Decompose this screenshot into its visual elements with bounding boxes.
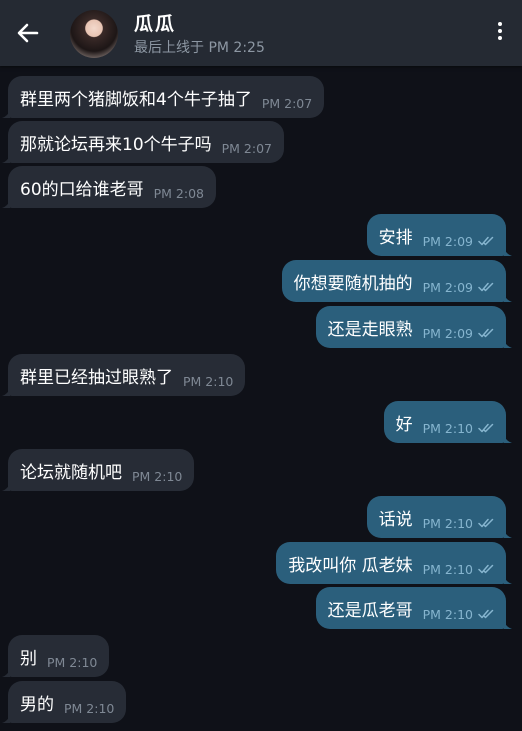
bubble-tail — [2, 110, 10, 118]
more-menu-button[interactable] — [496, 20, 504, 46]
double-check-icon — [478, 609, 494, 619]
avatar[interactable] — [70, 10, 118, 58]
bubble-tail — [504, 248, 512, 256]
back-button[interactable] — [10, 15, 46, 51]
message-text: 安排 — [378, 227, 413, 248]
last-seen-status: 最后上线于 PM 2:25 — [134, 40, 265, 56]
outgoing-message[interactable]: 我改叫你 瓜老妹 PM 2:10 — [276, 542, 512, 584]
more-vertical-icon — [496, 22, 504, 40]
message-text: 话说 — [378, 509, 413, 530]
message-text: 群里两个猪脚饭和4个牛子抽了 — [20, 89, 252, 110]
bubble-tail — [504, 340, 512, 348]
incoming-message[interactable]: 群里两个猪脚饭和4个牛子抽了 PM 2:07 — [2, 76, 325, 118]
message-time: PM 2:10 — [47, 654, 98, 670]
message-time: PM 2:09 — [422, 279, 473, 295]
message-time: PM 2:10 — [422, 515, 473, 531]
bubble-tail — [2, 200, 10, 208]
double-check-icon — [478, 423, 494, 433]
message-time: PM 2:10 — [422, 561, 473, 577]
bubble-tail — [504, 435, 512, 443]
message-text: 你想要随机抽的 — [293, 273, 413, 294]
message-text: 还是走眼熟 — [327, 319, 413, 340]
incoming-message[interactable]: 别 PM 2:10 — [2, 635, 110, 677]
incoming-message[interactable]: 论坛就随机吧 PM 2:10 — [2, 449, 195, 491]
bubble-tail — [504, 576, 512, 584]
incoming-message[interactable]: 60的口给谁老哥 PM 2:08 — [2, 166, 217, 208]
message-text: 论坛就随机吧 — [20, 462, 122, 483]
message-time: PM 2:07 — [261, 95, 313, 111]
bubble-tail — [504, 621, 512, 629]
bubble-tail — [2, 715, 10, 723]
bubble-tail — [2, 669, 10, 677]
bubble-tail — [2, 155, 10, 163]
outgoing-message[interactable]: 还是走眼熟 PM 2:09 — [315, 306, 512, 348]
message-text: 别 — [20, 648, 37, 669]
outgoing-message[interactable]: 安排 PM 2:09 — [366, 214, 512, 256]
message-time: PM 2:09 — [422, 325, 473, 341]
message-time: PM 2:10 — [422, 606, 473, 622]
message-time: PM 2:10 — [64, 700, 115, 716]
message-text: 我改叫你 瓜老妹 — [288, 555, 413, 576]
incoming-message[interactable]: 那就论坛再来10个牛子吗 PM 2:07 — [2, 121, 285, 163]
message-text: 好 — [395, 414, 413, 435]
double-check-icon — [478, 236, 494, 246]
bubble-tail — [504, 294, 512, 302]
bubble-tail — [2, 388, 10, 396]
double-check-icon — [478, 282, 494, 292]
message-text: 群里已经抽过眼熟了 — [20, 367, 173, 388]
message-text: 还是瓜老哥 — [327, 600, 413, 621]
double-check-icon — [478, 564, 494, 574]
message-time: PM 2:09 — [422, 233, 473, 249]
message-text: 男的 — [20, 694, 54, 715]
message-time: PM 2:08 — [153, 185, 205, 201]
message-time: PM 2:10 — [132, 468, 183, 484]
bubble-tail — [2, 483, 10, 491]
bubble-tail — [504, 530, 512, 538]
arrow-left-icon — [17, 23, 39, 43]
message-time: PM 2:10 — [183, 373, 234, 389]
message-list[interactable]: 群里两个猪脚饭和4个牛子抽了 PM 2:07 那就论坛再来10个牛子吗 PM 2:07… — [0, 66, 522, 731]
outgoing-message[interactable]: 好 PM 2:10 — [383, 401, 512, 443]
outgoing-message[interactable]: 还是瓜老哥 PM 2:10 — [315, 587, 512, 629]
incoming-message[interactable]: 群里已经抽过眼熟了 PM 2:10 — [2, 354, 246, 396]
outgoing-message[interactable]: 你想要随机抽的 PM 2:09 — [281, 260, 512, 302]
message-text: 60的口给谁老哥 — [20, 179, 144, 200]
chat-header: 瓜瓜 最后上线于 PM 2:25 — [0, 0, 522, 66]
message-text: 那就论坛再来10个牛子吗 — [20, 134, 212, 155]
incoming-message[interactable]: 男的 PM 2:10 — [2, 681, 127, 723]
message-time: PM 2:10 — [422, 420, 473, 436]
double-check-icon — [478, 518, 494, 528]
message-time: PM 2:07 — [221, 140, 273, 156]
contact-name[interactable]: 瓜瓜 — [134, 9, 176, 36]
outgoing-message[interactable]: 话说 PM 2:10 — [366, 496, 512, 538]
double-check-icon — [478, 328, 494, 338]
